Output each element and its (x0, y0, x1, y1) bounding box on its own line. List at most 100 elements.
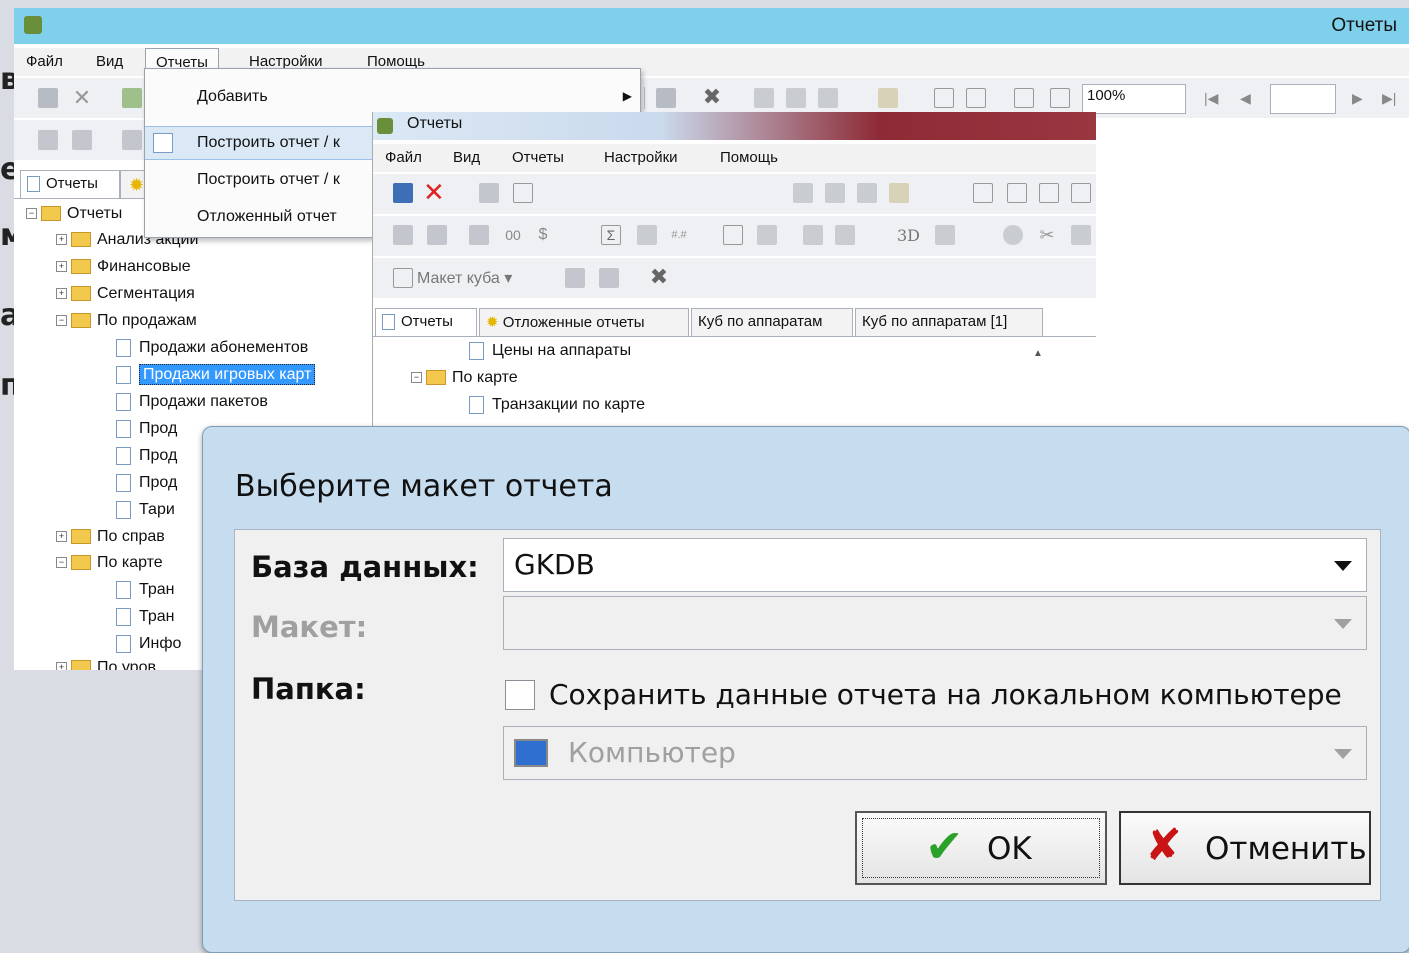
link-icon[interactable] (469, 225, 489, 245)
tab-deferred-reports[interactable]: ✹ Отложенные отчеты (479, 308, 689, 336)
copy-icon[interactable] (786, 88, 806, 108)
save-as-icon[interactable] (599, 268, 619, 288)
layout-icon[interactable] (38, 130, 58, 150)
save-icon[interactable] (565, 268, 585, 288)
save-local-label[interactable]: Сохранить данные отчета на локальном ком… (549, 678, 1342, 711)
delete-icon[interactable]: ✖ (649, 266, 669, 288)
menu-settings[interactable]: Настройки (604, 149, 678, 166)
link-icon[interactable] (122, 130, 142, 150)
multi-page-icon[interactable] (1071, 183, 1091, 203)
close-icon[interactable]: ✕ (423, 179, 445, 205)
next-page-icon[interactable]: ▶ (1352, 90, 1363, 107)
menu-help[interactable]: Помощь (720, 149, 778, 166)
tree-folder-finance[interactable]: + Финансовые (56, 258, 191, 282)
page-icon[interactable] (934, 88, 954, 108)
last-page-icon[interactable]: ▶| (1382, 90, 1396, 107)
page-number-input[interactable] (1270, 84, 1336, 114)
layout-icon[interactable] (393, 225, 413, 245)
tree-item[interactable]: Тран (116, 581, 175, 605)
first-page-icon[interactable]: |◀ (1204, 90, 1218, 107)
tree-item[interactable]: Прод (116, 474, 177, 498)
menu-file[interactable]: Файл (26, 53, 63, 70)
currency-icon[interactable]: $ (533, 225, 553, 245)
close-icon[interactable]: ✕ (72, 87, 92, 109)
database-select[interactable]: GKDB (503, 538, 1367, 592)
tab-cube-devices[interactable]: Куб по аппаратам (691, 308, 853, 336)
menu-reports[interactable]: Отчеты (512, 149, 564, 166)
menu-item-add[interactable]: Добавить ▶ (145, 81, 640, 115)
number-format-icon[interactable]: #.# (669, 225, 689, 245)
tree-item[interactable]: Прод (116, 447, 177, 471)
menu-view[interactable]: Вид (453, 149, 480, 166)
copy-layout-icon[interactable] (72, 130, 92, 150)
filter-icon[interactable] (637, 225, 657, 245)
multi-page-icon[interactable] (1050, 88, 1070, 108)
tree-item[interactable]: Продажи пакетов (116, 393, 268, 417)
zoom-select[interactable]: 100% (1082, 84, 1186, 114)
table-icon[interactable] (723, 225, 743, 245)
tree-item[interactable]: Цены на аппараты (469, 342, 631, 366)
report-icon[interactable] (513, 183, 533, 203)
tree-folder[interactable]: − По карте (411, 369, 518, 393)
cube-layout-button[interactable]: Макет куба ▾ (417, 268, 512, 288)
page-icon[interactable] (973, 183, 993, 203)
copy-layout-icon[interactable] (427, 225, 447, 245)
tree-item[interactable]: Инфо (116, 635, 181, 659)
delete-icon[interactable]: ✖ (702, 86, 722, 108)
tree-folder-sales[interactable]: − По продажам (56, 312, 197, 336)
prev-page-icon[interactable]: ◀ (1240, 90, 1251, 107)
refresh-icon[interactable] (479, 183, 499, 203)
tree-item-label: Тран (139, 581, 175, 599)
two-pages-icon[interactable] (1014, 88, 1034, 108)
refresh-icon[interactable] (122, 88, 142, 108)
info-icon[interactable] (757, 225, 777, 245)
cancel-button[interactable]: ✘ Отменить (1119, 811, 1371, 885)
tree-folder-segmentation[interactable]: + Сегментация (56, 285, 195, 309)
tree-folder[interactable]: + По справ (56, 528, 165, 552)
menu-file[interactable]: Файл (385, 149, 422, 166)
tree-item[interactable]: Тран (116, 608, 175, 632)
print-icon[interactable] (793, 183, 813, 203)
save-icon[interactable] (393, 183, 413, 203)
tree-folder-cut[interactable]: + По уров (56, 659, 156, 670)
tree-item-selected[interactable]: Продажи игровых карт (116, 364, 316, 390)
scroll-up-icon[interactable]: ▲ (1033, 348, 1043, 359)
two-pages-icon[interactable] (1039, 183, 1059, 203)
copy-icon[interactable] (825, 183, 845, 203)
chart-icon[interactable] (803, 225, 823, 245)
save-as-icon[interactable] (656, 88, 676, 108)
export-icon[interactable] (857, 183, 877, 203)
tree-folder[interactable]: − По карте (56, 554, 163, 578)
comment-icon[interactable] (1003, 225, 1023, 245)
tab-cube-devices-1[interactable]: Куб по аппаратам [1] (855, 308, 1043, 336)
location-select[interactable]: Компьютер (503, 726, 1367, 780)
tree-root[interactable]: − Отчеты (26, 205, 122, 229)
scissors-icon[interactable]: ✂ (1037, 225, 1057, 245)
tree-item[interactable]: Прод (116, 420, 177, 444)
save-icon[interactable] (38, 88, 58, 108)
tree-item[interactable]: Транзакции по карте (469, 396, 645, 420)
print-preview-icon[interactable] (835, 225, 855, 245)
bar-chart-icon[interactable] (935, 225, 955, 245)
tab-reports[interactable]: Отчеты (20, 170, 120, 198)
page-width-icon[interactable] (1007, 183, 1027, 203)
tree-item[interactable]: Продажи абонементов (116, 339, 308, 363)
print-icon[interactable] (754, 88, 774, 108)
tab-reports[interactable]: Отчеты (375, 308, 477, 336)
search-icon[interactable] (878, 88, 898, 108)
ok-button[interactable]: ✔ OK (855, 811, 1107, 885)
tree-item[interactable]: Тари (116, 501, 175, 525)
tree-folder-label: По справ (97, 528, 165, 545)
database-label: База данных: (251, 550, 479, 584)
columns-icon[interactable]: 00 (503, 225, 523, 245)
extra-icon[interactable] (1071, 225, 1091, 245)
save-local-checkbox[interactable] (505, 680, 535, 710)
layout-select[interactable] (503, 596, 1367, 650)
tab-underline (373, 336, 1096, 337)
search-icon[interactable] (889, 183, 909, 203)
3d-toggle[interactable]: 3D (897, 226, 920, 245)
sum-icon[interactable]: Σ (601, 225, 621, 245)
menu-view[interactable]: Вид (96, 53, 123, 70)
page-width-icon[interactable] (966, 88, 986, 108)
export-icon[interactable] (818, 88, 838, 108)
